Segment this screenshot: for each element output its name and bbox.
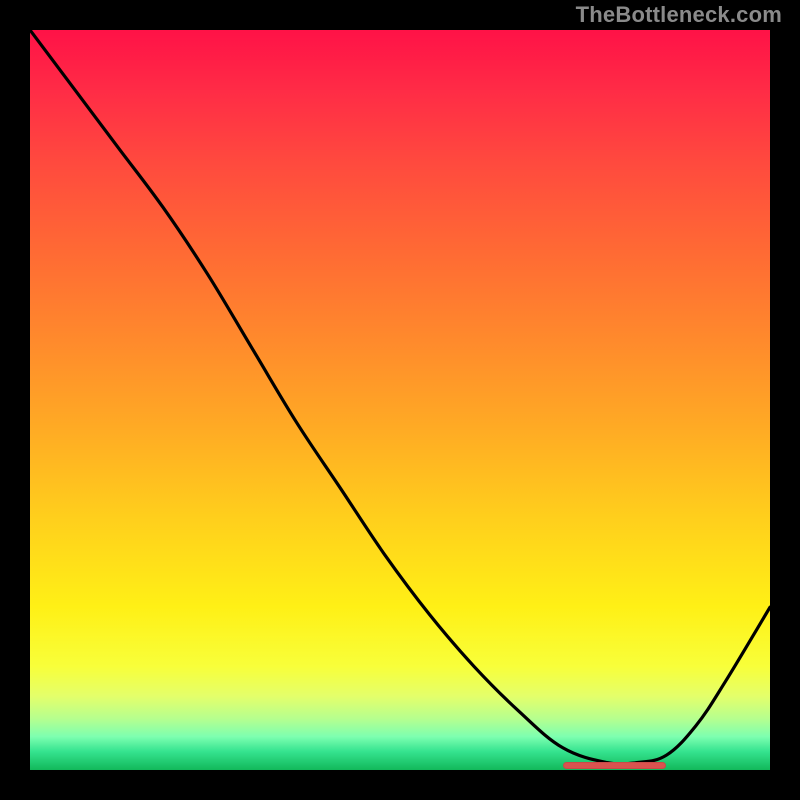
chart-frame: TheBottleneck.com <box>0 0 800 800</box>
bottleneck-curve <box>30 30 770 764</box>
optimal-range-marker <box>563 762 667 769</box>
plot-area <box>30 30 770 770</box>
curve-layer <box>30 30 770 770</box>
watermark-text: TheBottleneck.com <box>576 2 782 28</box>
